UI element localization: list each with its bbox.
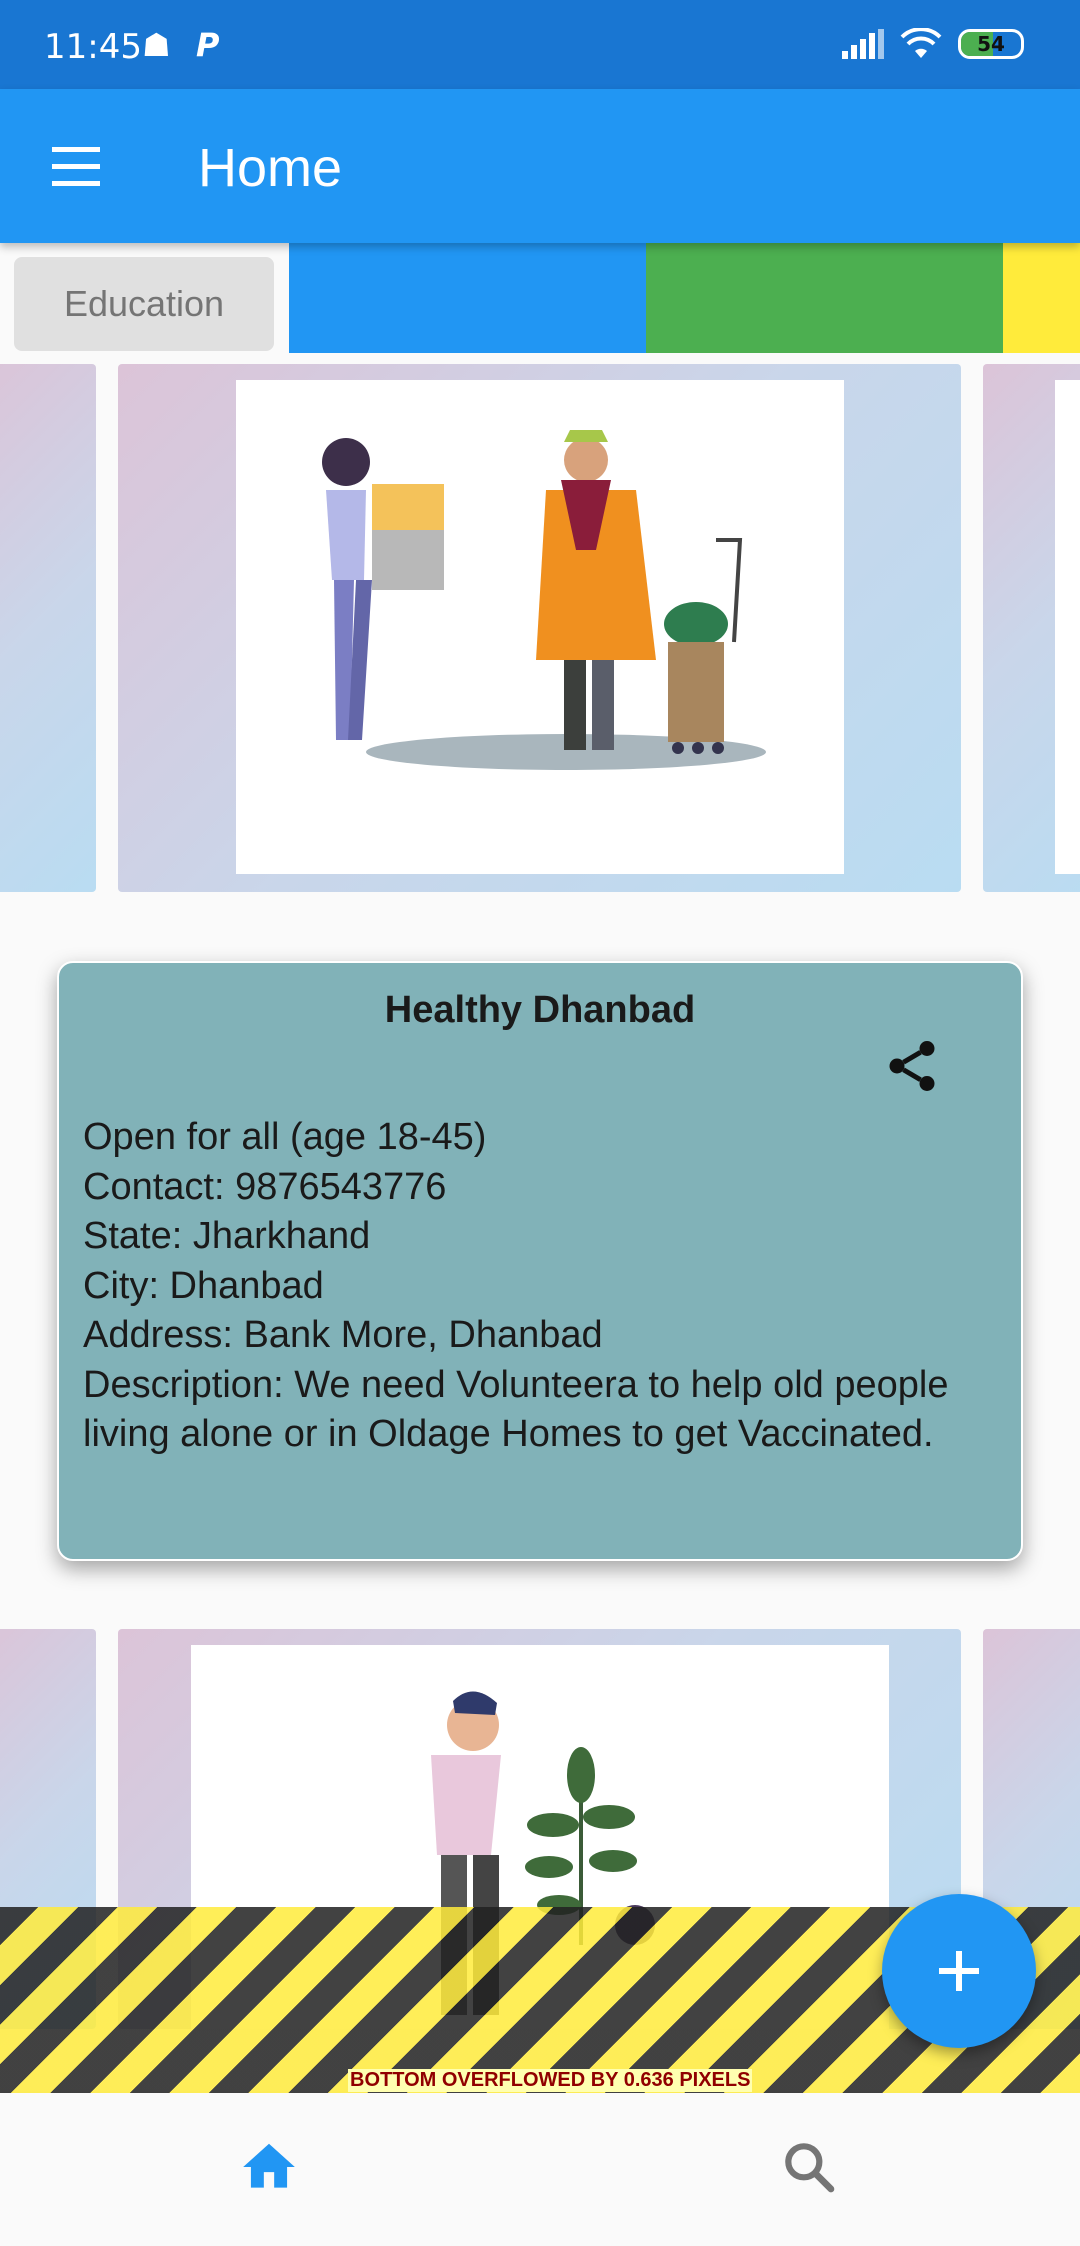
category-block-green[interactable]	[646, 243, 1003, 353]
donation-image	[322, 430, 766, 770]
carousel-slide-prev[interactable]	[0, 364, 96, 892]
nav-search[interactable]	[769, 2127, 849, 2207]
image-carousel[interactable]	[0, 364, 1080, 892]
card-details: Open for all (age 18-45) Contact: 987654…	[83, 1113, 1003, 1460]
category-block-yellow[interactable]	[1003, 243, 1080, 353]
nav-home[interactable]	[229, 2127, 309, 2207]
parking-notification-icon: P	[196, 26, 220, 64]
status-bar: 11:45 ☗ P 54	[0, 0, 1080, 89]
carousel-slide[interactable]	[118, 364, 961, 892]
home-icon	[243, 2143, 295, 2188]
wifi-icon	[900, 28, 942, 58]
next-slide-image	[1055, 380, 1080, 874]
add-icon	[939, 1951, 979, 1991]
category-chip-education[interactable]: Education	[14, 257, 274, 351]
card-city: City: Dhanbad	[83, 1264, 324, 1307]
overflow-warning-text: BOTTOM OVERFLOWED BY 0.636 PIXELS	[348, 2069, 753, 2092]
share-icon	[889, 1041, 935, 1091]
page-title: Home	[198, 138, 343, 198]
carousel-slide-next[interactable]	[983, 364, 1080, 892]
card-address: Address: Bank More, Dhanbad	[83, 1314, 603, 1356]
status-time: 11:45	[44, 27, 142, 67]
donation-illustration	[236, 380, 844, 874]
category-strip[interactable]: Education	[0, 243, 1080, 353]
menu-icon	[52, 147, 100, 186]
bottom-navigation	[0, 2093, 1080, 2246]
app-bar: Home	[0, 89, 1080, 243]
signal-icon	[842, 29, 884, 59]
add-fab-button[interactable]	[882, 1894, 1036, 2048]
card-eligibility: Open for all (age 18-45)	[83, 1116, 487, 1158]
battery-indicator: 54	[958, 29, 1024, 59]
share-button[interactable]	[867, 1021, 957, 1111]
category-block-blue[interactable]	[289, 243, 646, 353]
search-icon	[785, 2143, 835, 2193]
menu-button[interactable]	[36, 131, 116, 201]
notification-icon: ☗	[142, 26, 171, 64]
battery-level: 54	[977, 32, 1005, 56]
info-card[interactable]: Healthy Dhanbad Open for all (age 18-45)…	[57, 961, 1023, 1561]
card-state: State: Jharkhand	[83, 1215, 371, 1257]
card-contact: Contact: 9876543776	[83, 1165, 447, 1208]
card-description: Description: We need Volunteera to help …	[83, 1363, 949, 1456]
